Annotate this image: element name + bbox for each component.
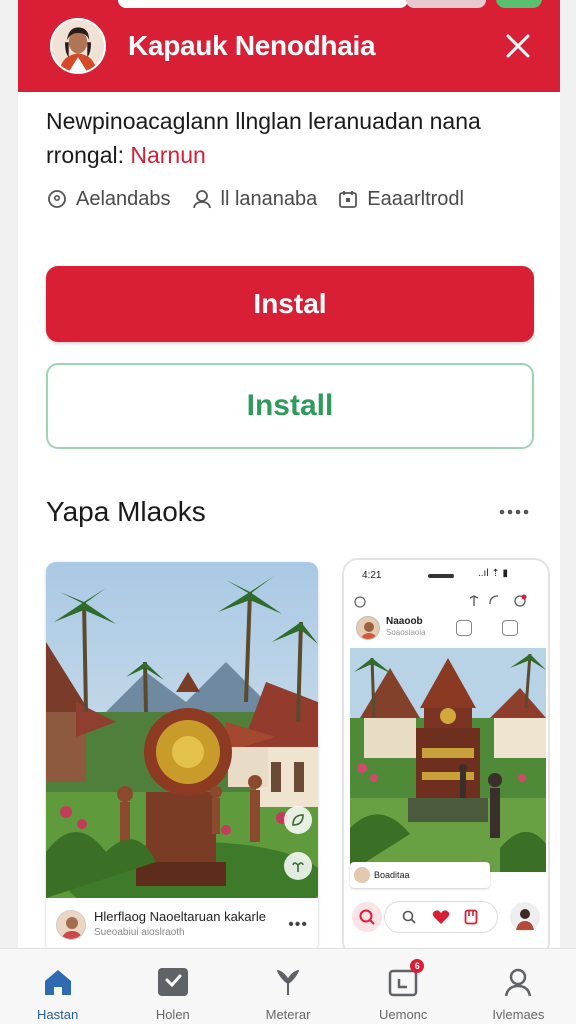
close-icon [506,34,530,58]
nav-item-favorites[interactable]: Meterar [230,949,345,1024]
nav-item-chat[interactable]: Holen [115,949,230,1024]
heart-icon [432,910,450,924]
phone-preview[interactable]: 4:21 ..ıl ⇡ ▮ Naaoob Soaoslaoia Boaditaa [342,558,550,958]
phone-refresh-icon [489,595,499,605]
scene-action-button-2[interactable] [284,852,312,880]
bottom-nav: Hastan Holen Meterar 6 Uemonc Ivlemaes [0,948,576,1024]
magnifier-icon [402,910,416,924]
media-caption: Hlerflaog Naoeltaruan kakarle Sueoabiui … [94,909,288,941]
phone-share-icon [469,595,479,606]
leaf-icon [292,814,304,826]
nav-item-home[interactable]: Hastan [0,949,115,1024]
install-primary-button[interactable]: Instal [46,266,534,342]
app-header: Kapauk Nenodhaia [18,0,560,92]
phone-time: 4:21 [362,570,382,581]
search-pill-end [406,0,486,8]
phone-caption-avatar [354,867,370,883]
nav-item-calendar[interactable]: 6 Uemonc [346,949,461,1024]
phone-profile-sub: Soaoslaoia [386,628,426,637]
meta-location: Aelandabs [46,188,171,211]
nav-label-home: Hastan [37,1007,79,1022]
chat-icon [156,965,190,999]
caption-avatar[interactable] [56,910,86,940]
location-pin-icon [48,190,66,208]
meta-person: ll lananaba [191,187,318,211]
notification-badge: 6 [410,959,425,973]
more-options-button[interactable] [496,500,532,524]
phone-tag-icon[interactable] [456,620,472,636]
meta-location-label: Aelandabs [76,187,171,210]
media-card[interactable]: Hlerflaog Naoeltaruan kakarle Sueoabiui … [46,562,318,952]
header-title: Kapauk Nenodhaia [128,30,376,61]
phone-action-bar [350,898,546,936]
more-dots-icon [499,509,529,515]
search-icon [359,909,375,925]
person-icon [192,190,211,209]
nav-label-chat: Holen [155,1007,190,1022]
status-dot [496,0,542,8]
phone-profile-name: Naaoob [386,616,423,627]
search-pill[interactable] [118,0,408,8]
page-headline: Newpinoacaglann llnglan leranuadan nana … [46,104,546,172]
phone-temple-image [350,648,546,872]
calendar-icon [339,191,358,208]
avatar[interactable] [50,18,106,74]
meta-date-label: Eaaarltrodl [367,187,464,210]
phone-caption-text: Boaditaa [374,870,410,880]
profile-icon [501,965,535,999]
bookmark-icon [464,909,478,925]
phone-bookmark-icon[interactable] [502,620,518,636]
phone-like-button[interactable] [426,902,456,932]
phone-caption: Boaditaa [350,862,490,888]
plant-icon [292,862,304,872]
nav-label-calendar: Uemonc [379,1007,428,1022]
meta-date: Eaaarltrodl [337,188,464,211]
media-caption-title: Hlerflaog Naoeltaruan kakarle [94,909,266,924]
headline-accent[interactable]: Narnun [130,142,205,168]
user-avatar-icon [516,909,534,930]
phone-signal: ..ıl ⇡ ▮ [478,568,508,579]
heart-icon [271,965,305,999]
meta-person-label: ll lananaba [220,187,318,210]
calendar-icon: 6 [386,959,425,999]
nav-label-profile: Ivlemaes [492,1007,545,1022]
phone-user-avatar[interactable] [510,902,540,932]
phone-profile-row: Naaoob Soaoslaoia [356,614,542,646]
headline-text: Newpinoacaglann llnglan leranuadan nana … [46,108,481,168]
media-caption-bar: Hlerflaog Naoeltaruan kakarle Sueoabiui … [46,898,318,952]
home-icon [41,965,75,999]
phone-profile-avatar[interactable] [356,616,380,640]
media-more-button[interactable]: ••• [288,916,308,934]
phone-save-button[interactable] [456,902,486,932]
nav-item-profile[interactable]: Ivlemaes [461,949,576,1024]
phone-find-button[interactable] [394,902,424,932]
phone-search-icon [354,596,366,608]
phone-topbar [352,590,544,614]
nav-label-favorites: Meterar [265,1007,311,1022]
phone-search-button[interactable] [352,902,382,932]
close-button[interactable] [500,28,536,64]
media-caption-sub: Sueoabiui aioslraoth [94,927,185,938]
section-title: Yapa Mlaoks [46,496,206,527]
phone-status-bar: 4:21 ..ıl ⇡ ▮ [344,566,548,586]
app-sheet: Kapauk Nenodhaia Newpinoacaglann llnglan… [18,0,560,960]
scene-action-button-1[interactable] [284,806,312,834]
temple-garden-image [46,562,318,898]
install-secondary-button[interactable]: Install [46,363,534,449]
phone-notch [428,574,454,578]
meta-row: Aelandabs ll lananaba Eaaarltrodl [46,184,546,214]
